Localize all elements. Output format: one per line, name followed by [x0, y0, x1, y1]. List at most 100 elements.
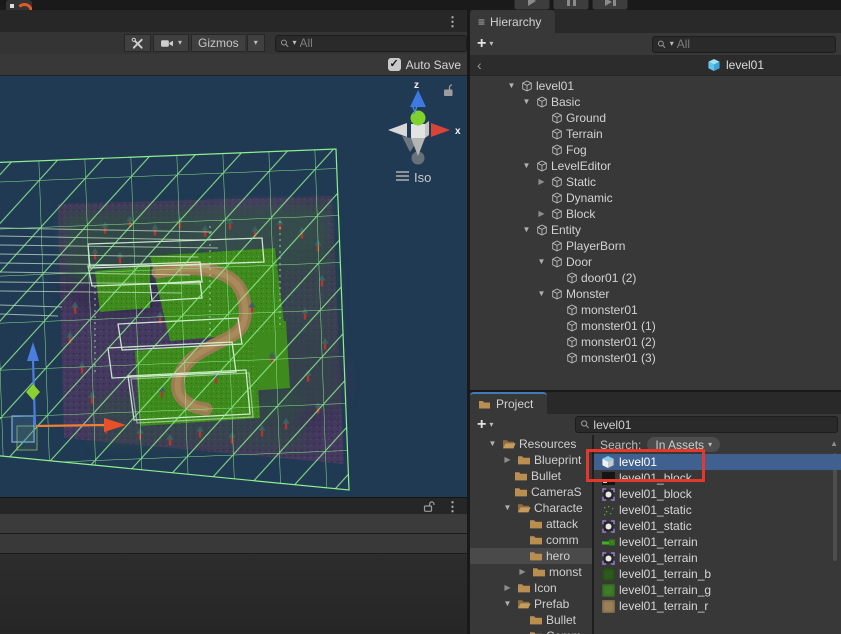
hierarchy-item[interactable]: ▼level01: [470, 78, 841, 94]
hierarchy-item[interactable]: monster01 (2): [470, 334, 841, 350]
folder-item[interactable]: attack: [470, 516, 592, 532]
hierarchy-item[interactable]: ▼Entity: [470, 222, 841, 238]
foldout-expanded-icon[interactable]: ▼: [535, 258, 548, 266]
asset-result[interactable]: level01_static: [594, 502, 841, 518]
create-asset-button[interactable]: + ▾: [473, 417, 497, 433]
foldout-collapsed-icon[interactable]: ▶: [501, 456, 514, 464]
foldout-collapsed-icon[interactable]: ▶: [535, 178, 548, 186]
hierarchy-item[interactable]: Dynamic: [470, 190, 841, 206]
collapsed-panel-strip[interactable]: [0, 514, 467, 534]
hierarchy-item[interactable]: monster01 (3): [470, 350, 841, 366]
project-search-field[interactable]: [575, 416, 838, 433]
hierarchy-search-field[interactable]: ▾: [652, 36, 836, 53]
foldout-expanded-icon[interactable]: ▼: [520, 98, 533, 106]
y-axis-label: y: [412, 104, 418, 115]
tab-hierarchy[interactable]: ≡ Hierarchy: [470, 10, 555, 33]
hierarchy-item[interactable]: ▶Static: [470, 174, 841, 190]
collapsed-panel-strip[interactable]: [0, 534, 467, 554]
asset-result[interactable]: level01_static: [594, 518, 841, 534]
hierarchy-item[interactable]: Ground: [470, 110, 841, 126]
hierarchy-item[interactable]: ▼Door: [470, 254, 841, 270]
unlock-icon[interactable]: [422, 500, 436, 513]
folder-item[interactable]: ▼ Prefab: [470, 596, 592, 612]
folder-item[interactable]: Bullet: [470, 612, 592, 628]
hierarchy-item[interactable]: door01 (2): [470, 270, 841, 286]
hierarchy-search-input[interactable]: [677, 37, 831, 51]
sparse-dots-icon: [601, 503, 615, 517]
scene-search-input[interactable]: [300, 36, 462, 50]
folder-item[interactable]: Comm: [470, 628, 592, 634]
hierarchy-item[interactable]: ▶Block: [470, 206, 841, 222]
folder-item[interactable]: ▼Resources: [470, 436, 592, 452]
scene-camera-button[interactable]: ▾: [153, 34, 189, 52]
hierarchy-item[interactable]: ▼LevelEditor: [470, 158, 841, 174]
tab-project[interactable]: Project: [470, 392, 547, 414]
asset-result[interactable]: level01_block: [594, 470, 841, 486]
camera-icon: [160, 38, 174, 49]
breadcrumb-back-button[interactable]: ‹: [470, 57, 489, 73]
folder-item-selected[interactable]: hero: [470, 548, 592, 564]
folder-label: Bullet: [531, 469, 561, 483]
scene-view[interactable]: z y x Iso: [0, 76, 467, 497]
foldout-collapsed-icon[interactable]: ▶: [535, 210, 548, 218]
folder-item[interactable]: ▼Characte: [470, 500, 592, 516]
step-button[interactable]: [592, 0, 628, 10]
foldout-expanded-icon[interactable]: ▼: [505, 82, 518, 90]
hierarchy-item[interactable]: PlayerBorn: [470, 238, 841, 254]
auto-save-bar: ✓ Auto Save: [0, 54, 467, 76]
foldout-expanded-icon[interactable]: ▼: [520, 162, 533, 170]
folder-item[interactable]: ▶monst: [470, 564, 592, 580]
folder-icon: [529, 630, 543, 634]
asset-result[interactable]: level01_block: [594, 486, 841, 502]
asset-label: level01_terrain_r: [619, 599, 708, 613]
topbar-badge-button[interactable]: [6, 0, 32, 10]
scene-tools-button[interactable]: [124, 34, 151, 52]
asset-result[interactable]: level01_terrain_g: [594, 582, 841, 598]
gizmos-dropdown-button[interactable]: ▾: [247, 34, 265, 52]
foldout-expanded-icon[interactable]: ▼: [520, 226, 533, 234]
foldout-expanded-icon[interactable]: ▼: [486, 440, 499, 448]
asset-result-selected[interactable]: level01: [594, 454, 841, 470]
hierarchy-item-label: door01 (2): [581, 271, 636, 285]
panel-menu-icon[interactable]: ⋮: [446, 500, 459, 513]
folder-item[interactable]: ▶Icon: [470, 580, 592, 596]
foldout-expanded-icon[interactable]: ▼: [501, 504, 514, 512]
hierarchy-item-label: monster01 (2): [581, 335, 656, 349]
asset-label: level01_terrain_b: [619, 567, 711, 581]
hierarchy-item[interactable]: monster01 (1): [470, 318, 841, 334]
asset-result[interactable]: level01_terrain: [594, 534, 841, 550]
folder-item[interactable]: ▶Blueprint: [470, 452, 592, 468]
foldout-expanded-icon[interactable]: ▼: [535, 290, 548, 298]
hierarchy-item[interactable]: monster01: [470, 302, 841, 318]
chevron-down-icon: ▾: [489, 40, 493, 48]
folder-item[interactable]: Bullet: [470, 468, 592, 484]
top-menu-bar: [0, 0, 841, 10]
pause-button[interactable]: [553, 0, 589, 10]
hierarchy-item[interactable]: ▼Basic: [470, 94, 841, 110]
hierarchy-item[interactable]: ▼Monster: [470, 286, 841, 302]
project-search-input[interactable]: [593, 418, 833, 432]
folder-item[interactable]: comm: [470, 532, 592, 548]
gameobject-icon: [565, 352, 579, 365]
folder-item[interactable]: CameraS: [470, 484, 592, 500]
asset-result[interactable]: level01_terrain: [594, 550, 841, 566]
asset-result[interactable]: level01_terrain_r: [594, 598, 841, 614]
auto-save-checkbox[interactable]: ✓: [388, 58, 401, 71]
scene-search-field[interactable]: ▾: [275, 35, 467, 52]
search-scope-dropdown[interactable]: In Assets ▾: [647, 437, 720, 452]
gizmos-button[interactable]: Gizmos: [191, 34, 245, 52]
chevron-down-icon: ▾: [178, 39, 182, 47]
foldout-collapsed-icon[interactable]: ▶: [516, 568, 529, 576]
foldout-expanded-icon[interactable]: ▼: [501, 600, 514, 608]
breadcrumb[interactable]: level01: [707, 58, 764, 72]
panel-menu-icon[interactable]: ⋮: [446, 15, 459, 28]
gameobject-icon: [565, 272, 579, 285]
hierarchy-item[interactable]: Fog: [470, 142, 841, 158]
folder-label: Prefab: [534, 597, 569, 611]
create-object-button[interactable]: + ▾: [473, 36, 497, 52]
play-button[interactable]: [514, 0, 550, 10]
asset-result[interactable]: level01_terrain_b: [594, 566, 841, 582]
hierarchy-item[interactable]: Terrain: [470, 126, 841, 142]
foldout-collapsed-icon[interactable]: ▶: [501, 584, 514, 592]
search-icon: [657, 39, 667, 50]
